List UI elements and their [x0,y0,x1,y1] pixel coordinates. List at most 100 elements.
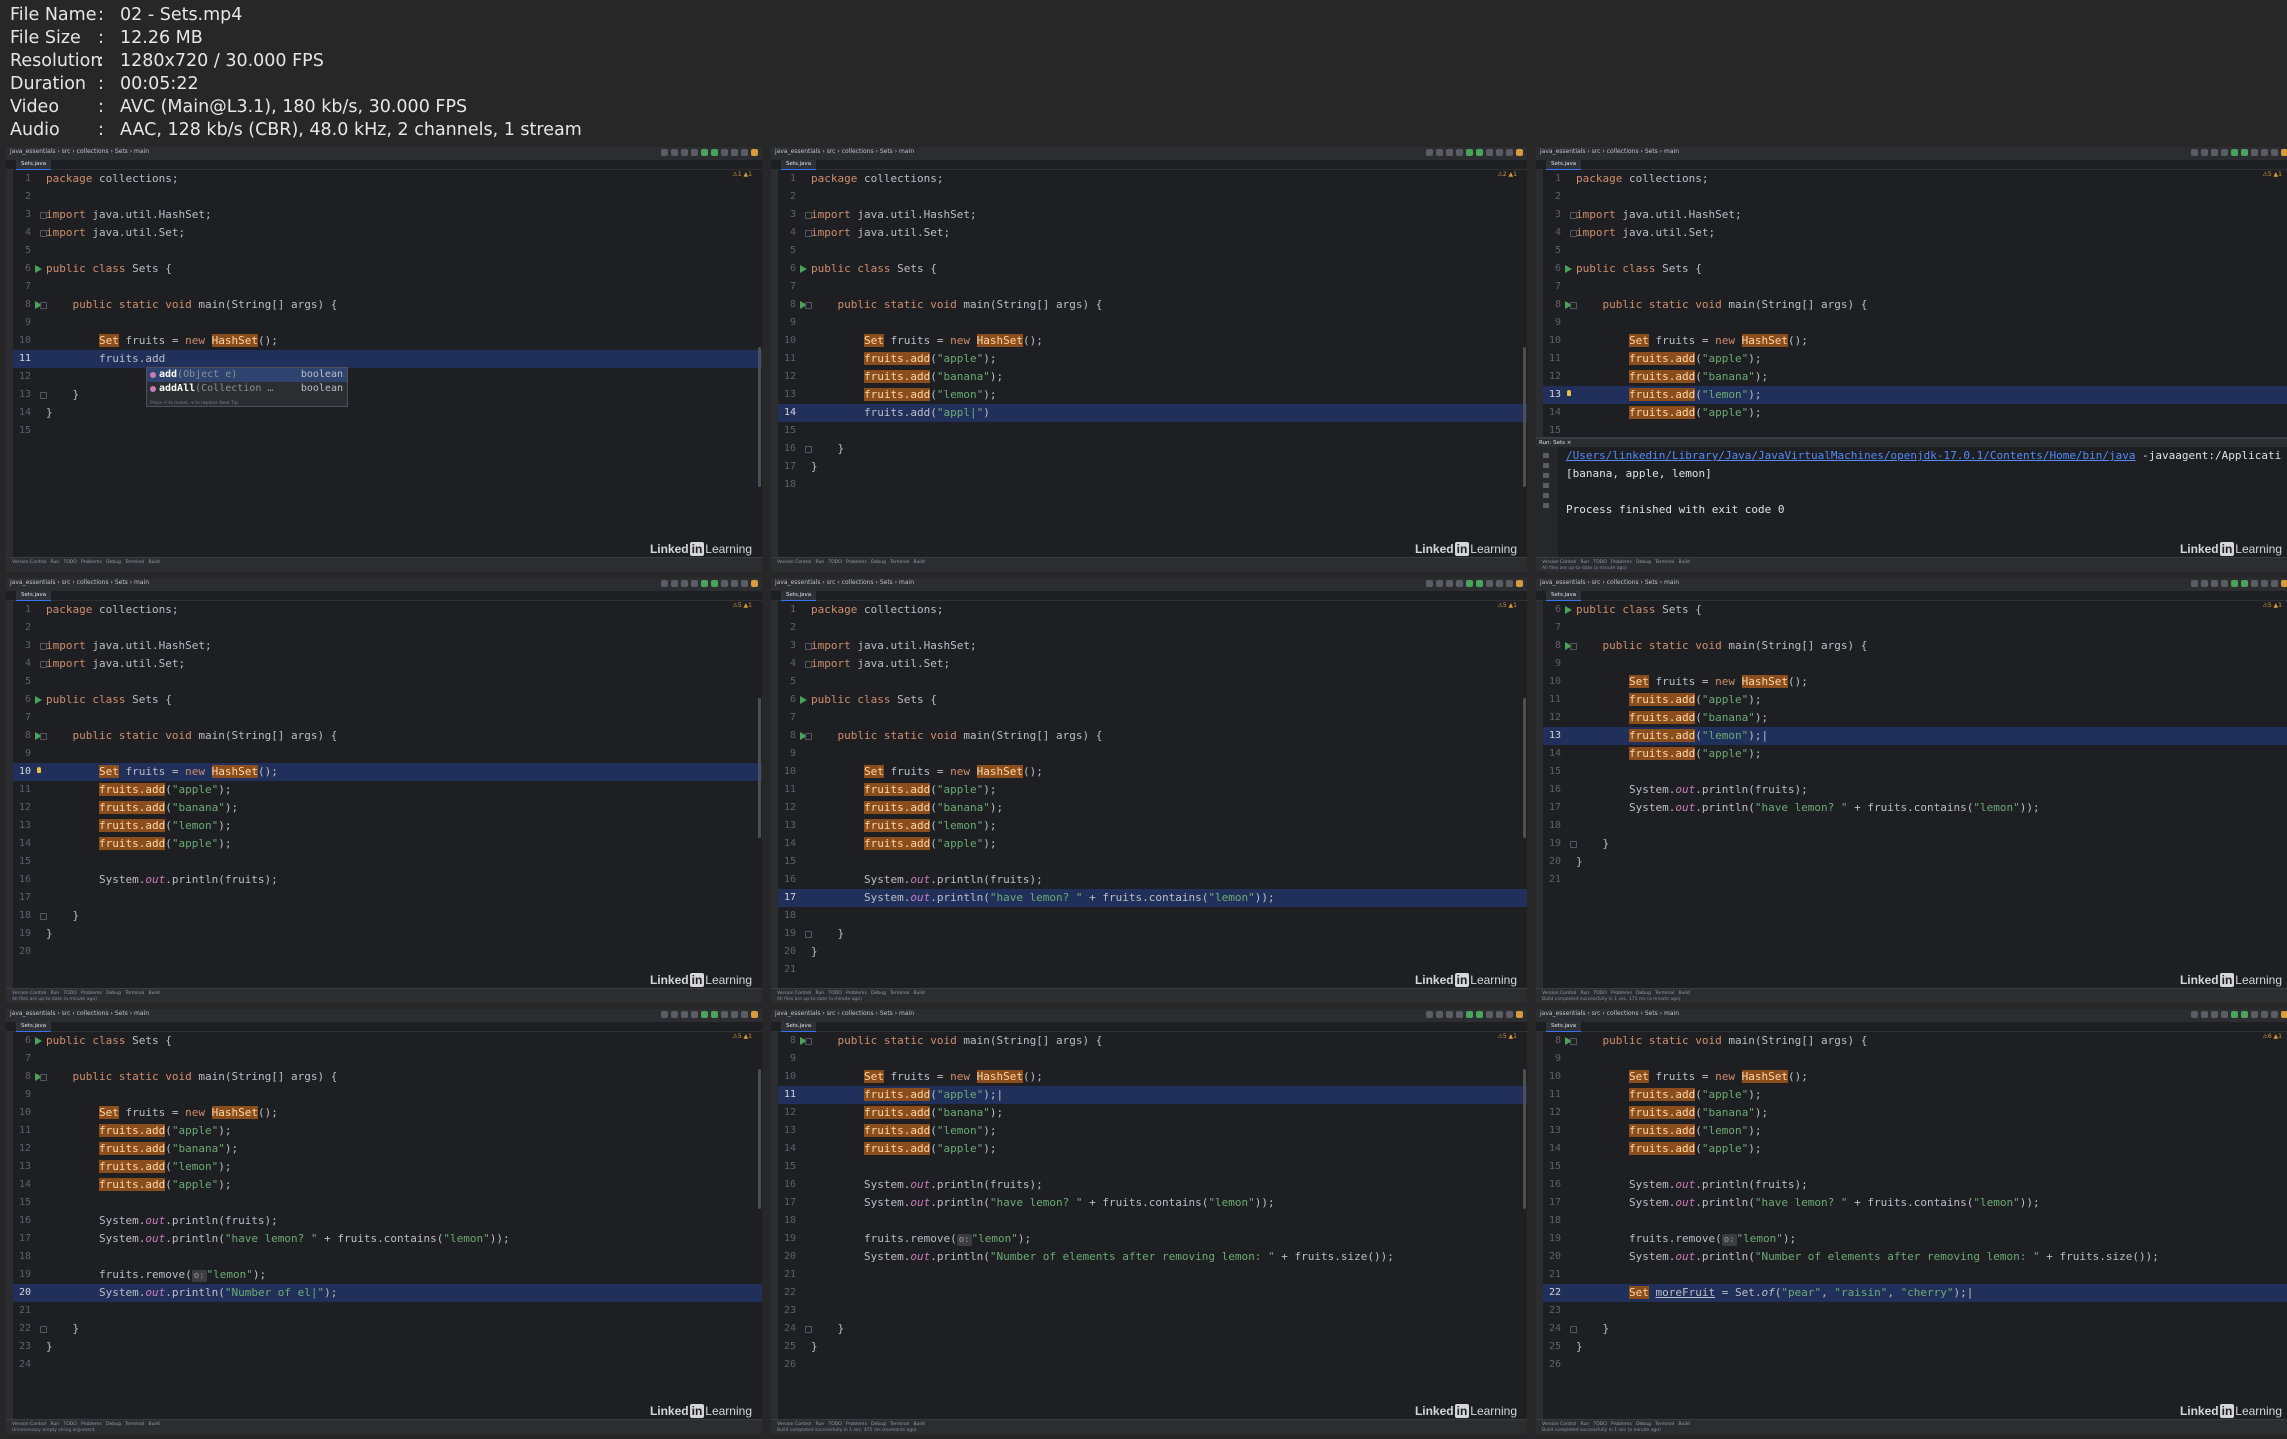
breadcrumb[interactable]: java_essentials › src › collections › Se… [775,1010,914,1017]
debug-icon[interactable] [711,580,718,587]
git-icon[interactable] [2201,1011,2208,1018]
user-icon[interactable] [661,1011,668,1018]
code-editor[interactable]: 1 package collections; 2 3 import java.util.… [778,170,1527,558]
breadcrumb[interactable]: java_essentials › src › collections › Se… [775,148,914,155]
editor-scrollbar[interactable] [758,698,761,838]
settings-icon[interactable] [2271,580,2278,587]
inspection-indicator[interactable]: ⚠5 ▲1 [1497,1033,1517,1040]
run-icon[interactable] [2231,580,2238,587]
settings-icon[interactable] [741,580,748,587]
editor-scrollbar[interactable] [1523,347,1526,487]
inspection-indicator[interactable]: ⚠5 ▲1 [732,602,752,609]
breadcrumb[interactable]: java_essentials › src › collections › Se… [10,579,149,586]
tool-window-buttons[interactable]: Version Control Run TODO Problems Debug … [777,560,925,565]
run-icon[interactable] [1466,1011,1473,1018]
breadcrumb[interactable]: java_essentials › src › collections › Se… [10,1010,149,1017]
tool-window-buttons[interactable]: Version Control Run TODO Problems Debug … [12,1422,160,1427]
git-icon[interactable] [1436,580,1443,587]
notifications-icon[interactable] [1516,1011,1523,1018]
editor-tab[interactable]: Sets.java [1546,591,1582,601]
run-gutter-icon[interactable] [800,265,807,273]
notifications-icon[interactable] [1516,149,1523,156]
search-icon[interactable] [731,580,738,587]
settings-icon[interactable] [2271,1011,2278,1018]
delete-icon[interactable] [1543,503,1549,508]
stop-icon[interactable] [1543,463,1549,468]
debug-icon[interactable] [1476,1011,1483,1018]
build-icon[interactable] [2221,1011,2228,1018]
editor-tab[interactable]: Sets.java [16,591,52,601]
build-icon[interactable] [1456,149,1463,156]
inspection-indicator[interactable]: ⚠5 ▲1 [2262,171,2282,178]
tool-window-buttons[interactable]: Version Control Run TODO Problems Debug … [1542,1422,1690,1427]
scroll-end-icon[interactable] [1543,483,1549,488]
java-path[interactable]: /Users/linkedin/Library/Java/JavaVirtual… [1566,449,2136,462]
config-select-icon[interactable] [2211,149,2218,156]
code-editor[interactable]: 6 public class Sets {7 8 public static voi… [13,1032,762,1420]
debug-icon[interactable] [2241,1011,2248,1018]
run-gutter-icon[interactable] [800,696,807,704]
run-icon[interactable] [701,1011,708,1018]
tool-window-buttons[interactable]: Version Control Run TODO Problems Debug … [1542,560,1690,565]
debug-icon[interactable] [2241,149,2248,156]
java-path-link[interactable]: /Users/linkedin/Library/Java/JavaVirtual… [1566,447,2281,465]
settings-icon[interactable] [1506,1011,1513,1018]
stop-icon[interactable] [1486,1011,1493,1018]
debug-icon[interactable] [711,149,718,156]
git-icon[interactable] [671,149,678,156]
breadcrumb[interactable]: java_essentials › src › collections › Se… [1540,148,1679,155]
editor-tab[interactable]: Sets.java [781,591,817,601]
debug-icon[interactable] [2241,580,2248,587]
debug-icon[interactable] [1476,580,1483,587]
stop-icon[interactable] [2251,1011,2258,1018]
editor-tab[interactable]: Sets.java [16,160,52,170]
notifications-icon[interactable] [2281,1011,2287,1018]
build-icon[interactable] [2221,149,2228,156]
breadcrumb[interactable]: java_essentials › src › collections › Se… [10,148,149,155]
config-select-icon[interactable] [1446,1011,1453,1018]
editor-tab[interactable]: Sets.java [781,1022,817,1032]
notifications-icon[interactable] [751,580,758,587]
search-icon[interactable] [1496,149,1503,156]
user-icon[interactable] [661,149,668,156]
git-icon[interactable] [2201,149,2208,156]
inspection-indicator[interactable]: ⚠1 ▲1 [732,171,752,178]
run-icon[interactable] [1466,580,1473,587]
user-icon[interactable] [661,580,668,587]
code-editor[interactable]: 1 package collections; 2 3 import java.util.… [778,601,1527,989]
editor-scrollbar[interactable] [758,1069,761,1209]
notifications-icon[interactable] [1516,580,1523,587]
search-icon[interactable] [1496,1011,1503,1018]
search-icon[interactable] [2261,580,2268,587]
breadcrumb[interactable]: java_essentials › src › collections › Se… [1540,1010,1679,1017]
inspection-indicator[interactable]: ⚠2 ▲1 [1497,171,1517,178]
user-icon[interactable] [2191,1011,2198,1018]
editor-tab[interactable]: Sets.java [781,160,817,170]
editor-tab[interactable]: Sets.java [16,1022,52,1032]
rerun-icon[interactable] [1543,453,1549,458]
run-icon[interactable] [2231,149,2238,156]
notifications-icon[interactable] [751,149,758,156]
notifications-icon[interactable] [751,1011,758,1018]
inspection-indicator[interactable]: ⚠5 ▲1 [1497,602,1517,609]
stop-icon[interactable] [721,149,728,156]
build-icon[interactable] [691,149,698,156]
search-icon[interactable] [731,1011,738,1018]
tool-window-buttons[interactable]: Version Control Run TODO Problems Debug … [777,1422,925,1427]
code-editor[interactable]: 8 public static void main(String[] args)… [778,1032,1527,1420]
autocomplete-item[interactable]: addAll(Collection … boolean [147,382,347,396]
inspection-indicator[interactable]: ⚠6 ▲1 [2262,1033,2282,1040]
run-gutter-icon[interactable] [35,1037,42,1045]
build-icon[interactable] [2221,580,2228,587]
git-icon[interactable] [1436,1011,1443,1018]
autocomplete-item[interactable]: add(Object e) boolean [147,368,347,382]
config-select-icon[interactable] [1446,580,1453,587]
autocomplete-popup[interactable]: add(Object e) boolean addAll(Collection … b… [146,367,348,407]
run-gutter-icon[interactable] [35,696,42,704]
git-icon[interactable] [671,1011,678,1018]
debug-icon[interactable] [1476,149,1483,156]
config-select-icon[interactable] [681,580,688,587]
settings-icon[interactable] [741,1011,748,1018]
search-icon[interactable] [2261,149,2268,156]
config-select-icon[interactable] [1446,149,1453,156]
